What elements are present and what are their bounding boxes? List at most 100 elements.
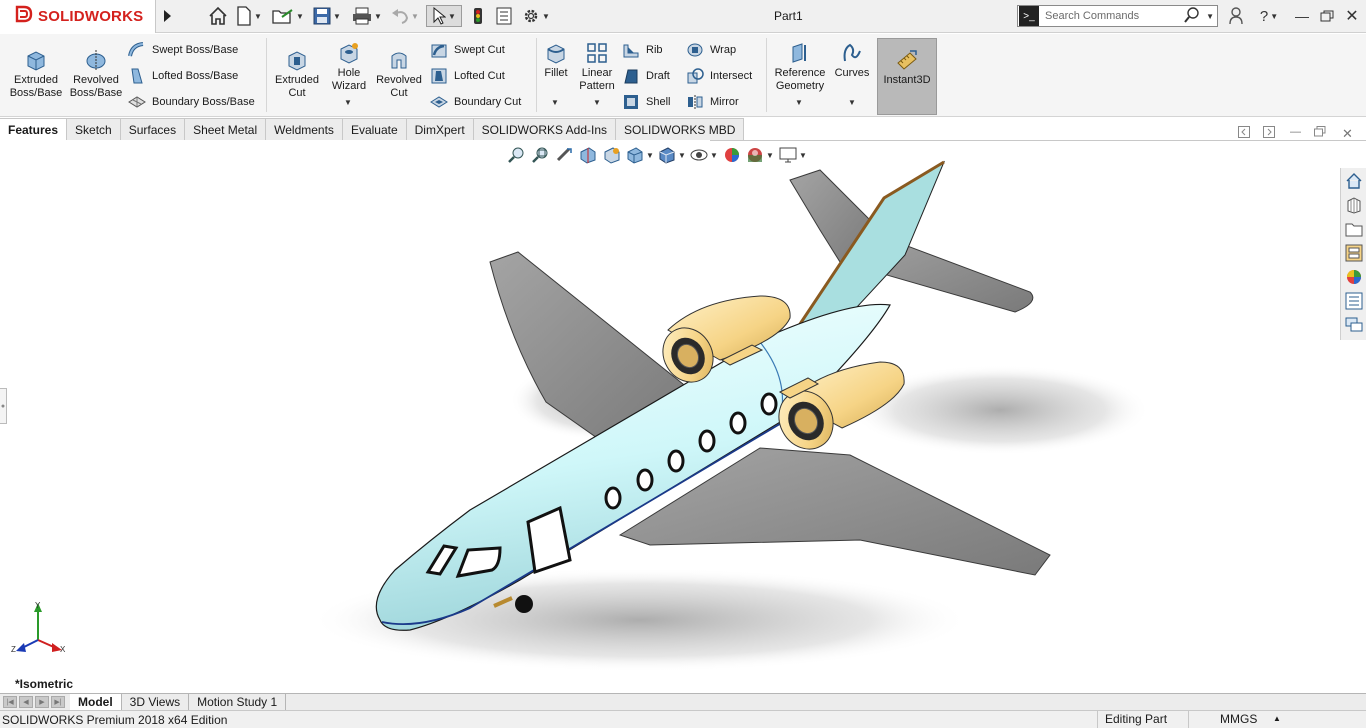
tab-features[interactable]: Features (0, 118, 68, 140)
hole-wizard-button[interactable]: Hole Wizard (326, 41, 372, 93)
hole-wizard-dropdown-icon[interactable]: ▼ (344, 98, 352, 107)
doc-minimize-icon[interactable]: — (1290, 126, 1301, 138)
mirror-button[interactable]: Mirror (686, 92, 739, 112)
lofted-cut-button[interactable]: Lofted Cut (430, 66, 505, 86)
file-properties-icon[interactable] (494, 5, 514, 27)
solidworks-resources-icon[interactable] (1343, 170, 1365, 192)
search-dropdown-icon[interactable]: ▼ (1206, 12, 1214, 21)
wrap-label: Wrap (710, 44, 737, 56)
boundary-cut-button[interactable]: Boundary Cut (430, 92, 521, 112)
extruded-boss-label: Extruded Boss/Base (9, 74, 63, 99)
zoom-to-fit-icon[interactable] (506, 145, 526, 165)
options-gear-icon[interactable]: ▼ (518, 5, 554, 27)
tab-evaluate[interactable]: Evaluate (342, 118, 407, 140)
file-explorer-icon[interactable] (1343, 218, 1365, 240)
apply-scene-icon[interactable]: ▼ (746, 145, 774, 165)
cabin-window (729, 411, 747, 435)
linear-pattern-label: Linear Pattern (579, 67, 615, 92)
ribbon-separator (536, 38, 537, 112)
print-icon[interactable]: ▼ (350, 5, 384, 27)
tab-solidworks-add-ins[interactable]: SOLIDWORKS Add-Ins (473, 118, 617, 140)
unit-system-selector[interactable]: MMGS (1220, 712, 1257, 726)
first-tab-icon[interactable]: |◀ (3, 696, 17, 708)
search-icon[interactable] (1184, 6, 1200, 26)
appearances-scenes-icon[interactable] (1343, 266, 1365, 288)
coordinate-triad: Y X Z (11, 601, 66, 654)
feature-manager-collapse-handle[interactable]: ● (0, 388, 7, 424)
tab-surfaces[interactable]: Surfaces (120, 118, 186, 140)
lofted-boss-base-button[interactable]: Lofted Boss/Base (128, 66, 238, 86)
tab-sketch[interactable]: Sketch (67, 118, 121, 140)
triad-y-label: Y (35, 601, 41, 610)
status-bar: SOLIDWORKS Premium 2018 x64 Edition Edit… (0, 710, 1366, 728)
instant3d-button[interactable]: Instant3D (877, 38, 937, 115)
revolved-cut-button[interactable]: Revolved Cut (374, 48, 424, 100)
swept-boss-base-button[interactable]: Swept Boss/Base (128, 40, 238, 60)
intersect-button[interactable]: Intersect (686, 66, 752, 86)
tab-dimxpert[interactable]: DimXpert (406, 118, 474, 140)
tab-weldments[interactable]: Weldments (266, 118, 343, 140)
last-tab-icon[interactable]: ▶| (51, 696, 65, 708)
solidworks-forum-icon[interactable] (1343, 314, 1365, 336)
rebuild-icon[interactable] (470, 5, 486, 27)
new-document-icon[interactable]: ▼ (234, 5, 264, 27)
fillet-dropdown-icon[interactable]: ▼ (551, 98, 559, 107)
panel-right-icon[interactable] (1263, 126, 1275, 141)
reference-geometry-dropdown-icon[interactable]: ▼ (795, 98, 803, 107)
save-icon[interactable]: ▼ (311, 5, 343, 27)
user-account-icon[interactable] (1228, 5, 1244, 27)
fillet-button[interactable]: Fillet (540, 41, 572, 80)
shell-button[interactable]: Shell (622, 92, 670, 112)
expand-menu-arrow-icon[interactable] (160, 5, 174, 27)
close-window-icon[interactable]: ✕ (1344, 5, 1360, 27)
select-icon[interactable]: ▼ (426, 5, 462, 27)
custom-properties-icon[interactable] (1343, 290, 1365, 312)
boundary-boss-base-button[interactable]: Boundary Boss/Base (128, 92, 255, 112)
rib-button[interactable]: Rib (622, 40, 663, 60)
hide-show-items-icon[interactable]: ▼ (690, 145, 718, 165)
design-library-icon[interactable] (1343, 194, 1365, 216)
view-settings-icon[interactable]: ▼ (778, 145, 808, 165)
section-view-icon[interactable] (578, 145, 598, 165)
curves-dropdown-icon[interactable]: ▼ (848, 98, 856, 107)
extruded-cut-button[interactable]: Extruded Cut (272, 48, 322, 100)
zoom-to-area-icon[interactable] (530, 145, 550, 165)
view-palette-icon[interactable] (1343, 242, 1365, 264)
display-style-icon[interactable]: ▼ (658, 145, 686, 165)
linear-pattern-button[interactable]: Linear Pattern (576, 41, 618, 93)
previous-tab-icon[interactable]: ◀ (19, 696, 33, 708)
tab-3d-views[interactable]: 3D Views (122, 694, 190, 710)
view-orientation-icon[interactable]: ▼ (626, 145, 654, 165)
revolved-boss-base-button[interactable]: Revolved Boss/Base (68, 48, 124, 100)
undo-icon[interactable]: ▼ (388, 5, 422, 27)
home-icon[interactable] (207, 5, 229, 27)
solidworks-logo[interactable]: SOLIDWORKS (0, 0, 156, 33)
help-icon[interactable]: ? ▼ (1254, 5, 1284, 27)
reference-geometry-button[interactable]: Reference Geometry (770, 41, 830, 93)
draft-button[interactable]: Draft (622, 66, 670, 86)
dynamic-annotation-views-icon[interactable] (602, 145, 622, 165)
restore-window-icon[interactable] (1318, 5, 1336, 27)
graphics-area[interactable]: Y X Z (0, 141, 1338, 693)
tab-model[interactable]: Model (70, 694, 122, 710)
extruded-boss-base-button[interactable]: Extruded Boss/Base (8, 48, 64, 100)
doc-close-icon[interactable]: ✕ (1342, 126, 1353, 142)
doc-restore-icon[interactable] (1314, 126, 1326, 140)
tab-solidworks-mbd[interactable]: SOLIDWORKS MBD (616, 118, 745, 140)
shell-label: Shell (646, 96, 671, 108)
open-document-icon[interactable]: ▼ (270, 5, 306, 27)
previous-view-icon[interactable] (554, 145, 574, 165)
minimize-icon[interactable]: — (1294, 5, 1310, 27)
units-dropdown-icon[interactable]: ▲ (1273, 714, 1281, 723)
tab-sheet-metal[interactable]: Sheet Metal (185, 118, 267, 140)
linear-pattern-dropdown-icon[interactable]: ▼ (593, 98, 601, 107)
edit-appearance-icon[interactable] (722, 145, 742, 165)
wrap-button[interactable]: Wrap (686, 40, 736, 60)
curves-button[interactable]: Curves (832, 41, 872, 80)
panel-left-icon[interactable] (1238, 126, 1250, 141)
ds-logo-icon (14, 4, 34, 29)
search-commands-field[interactable]: >_ Search Commands ▼ (1017, 5, 1218, 27)
tab-motion-study-1[interactable]: Motion Study 1 (189, 694, 287, 710)
next-tab-icon[interactable]: ▶ (35, 696, 49, 708)
swept-cut-button[interactable]: Swept Cut (430, 40, 505, 60)
